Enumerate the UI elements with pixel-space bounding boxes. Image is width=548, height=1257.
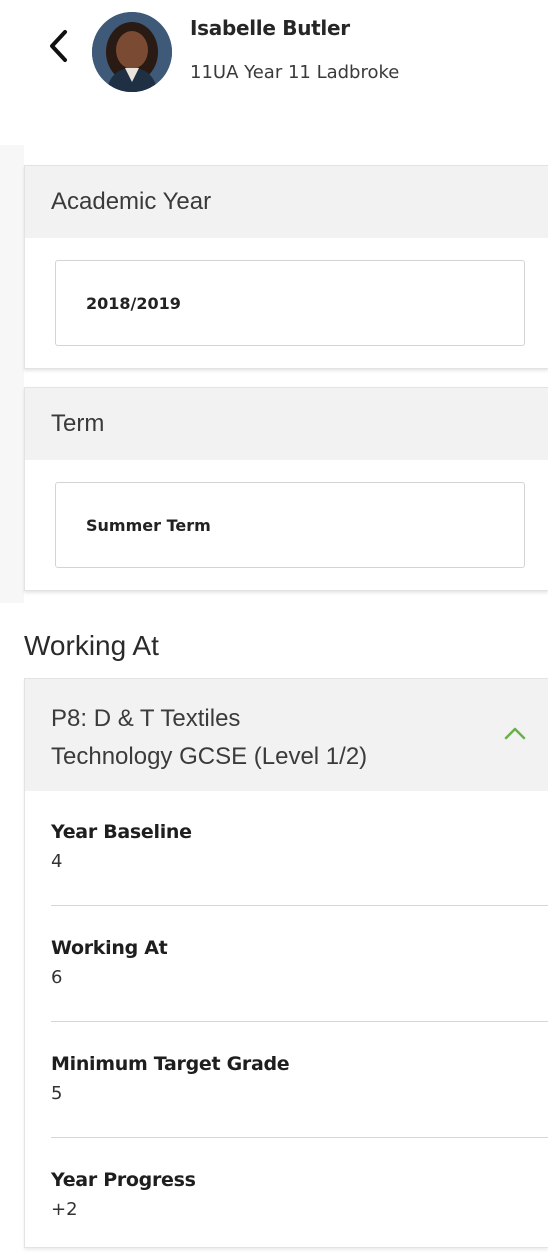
stat-minimum-target-grade: Minimum Target Grade 5 — [51, 1053, 548, 1104]
chevron-left-icon — [50, 30, 67, 62]
stat-label: Year Baseline — [51, 821, 192, 843]
stat-value: +2 — [51, 1199, 78, 1220]
term-label: Term — [25, 388, 548, 460]
background-strip — [0, 145, 24, 603]
subject-name-line1: P8: D & T Textiles — [51, 705, 241, 732]
back-button[interactable] — [38, 26, 78, 66]
student-name: Isabelle Butler — [190, 16, 350, 40]
divider — [51, 905, 548, 906]
stat-year-baseline: Year Baseline 4 — [51, 821, 548, 872]
chevron-up-icon[interactable] — [503, 725, 527, 741]
avatar — [92, 12, 172, 92]
stat-year-progress: Year Progress +2 — [51, 1169, 548, 1220]
stat-label: Year Progress — [51, 1169, 196, 1191]
student-class-info: 11UA Year 11 Ladbroke — [190, 62, 400, 83]
subject-name-line2: Technology GCSE (Level 1/2) — [51, 743, 368, 770]
divider — [51, 1021, 548, 1022]
stat-label: Minimum Target Grade — [51, 1053, 290, 1075]
academic-year-card: Academic Year 2018/2019 — [24, 165, 548, 369]
stat-working-at: Working At 6 — [51, 937, 548, 988]
stat-value: 4 — [51, 851, 63, 872]
subject-card: P8: D & T Textiles Technology GCSE (Leve… — [24, 678, 548, 1248]
term-card: Term Summer Term — [24, 387, 548, 591]
academic-year-select[interactable]: 2018/2019 — [55, 260, 525, 346]
term-select[interactable]: Summer Term — [55, 482, 525, 568]
divider — [51, 1137, 548, 1138]
academic-year-label: Academic Year — [25, 166, 548, 238]
stat-label: Working At — [51, 937, 168, 959]
working-at-heading: Working At — [24, 630, 159, 661]
student-header: Isabelle Butler 11UA Year 11 Ladbroke — [0, 0, 548, 120]
stat-value: 6 — [51, 967, 63, 988]
stat-value: 5 — [51, 1083, 63, 1104]
subject-accordion-header[interactable]: P8: D & T Textiles Technology GCSE (Leve… — [25, 679, 548, 791]
